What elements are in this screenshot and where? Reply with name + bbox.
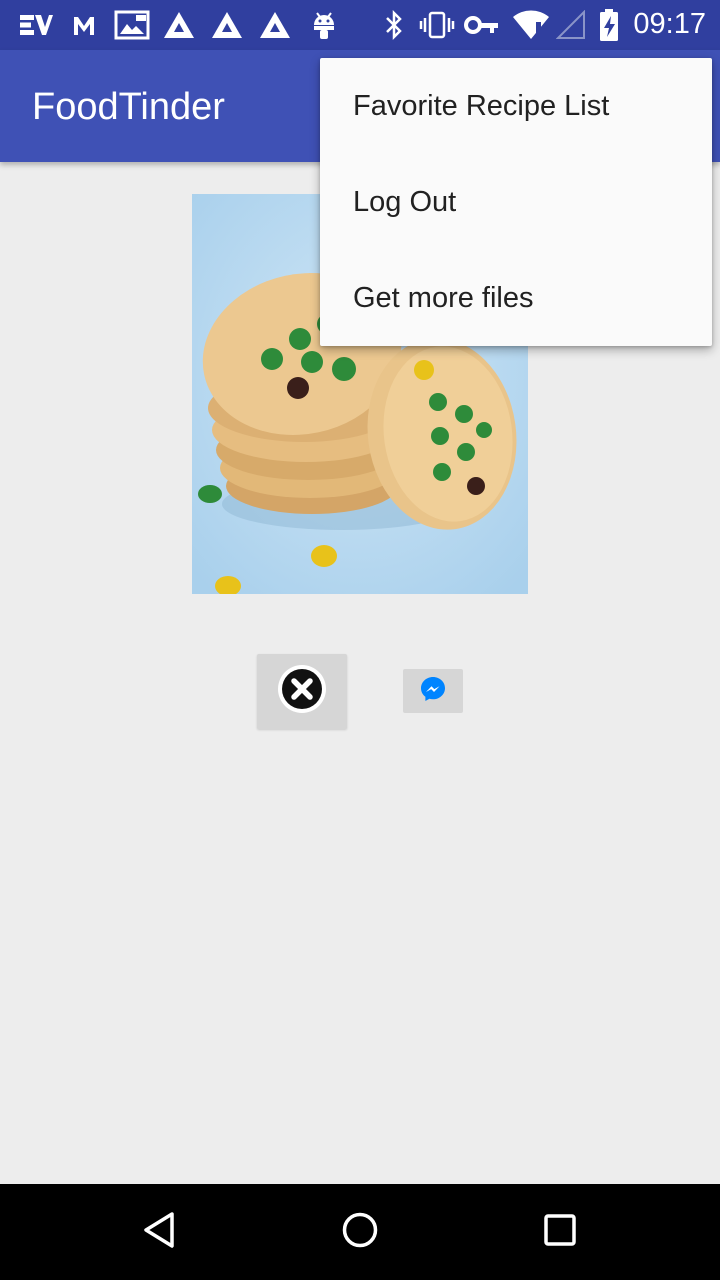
menu-item-favorite-recipe-list[interactable]: Favorite Recipe List	[320, 58, 712, 154]
triangle-app-icon	[258, 9, 292, 41]
menu-item-log-out[interactable]: Log Out	[320, 154, 712, 250]
dislike-button[interactable]	[257, 654, 347, 729]
photo-notification-icon	[114, 9, 150, 41]
vpn-express-icon	[18, 9, 54, 41]
vibrate-icon	[418, 9, 456, 41]
recents-icon	[540, 1210, 580, 1255]
back-icon	[140, 1210, 180, 1255]
navigation-bar	[0, 1184, 720, 1280]
home-button[interactable]	[328, 1200, 392, 1264]
gmail-icon	[72, 9, 96, 41]
overflow-menu: Favorite Recipe List Log Out Get more fi…	[320, 58, 712, 346]
menu-item-label: Log Out	[353, 185, 457, 218]
status-bar: 09:17	[0, 0, 720, 50]
back-button[interactable]	[128, 1200, 192, 1264]
wifi-icon	[512, 9, 550, 41]
menu-item-label: Get more files	[353, 281, 534, 314]
menu-item-label: Favorite Recipe List	[353, 89, 610, 122]
home-icon	[340, 1210, 380, 1255]
triangle-app-icon	[210, 9, 244, 41]
no-signal-icon	[556, 9, 586, 41]
triangle-app-icon	[162, 9, 196, 41]
app-title: FoodTinder	[32, 86, 225, 128]
messenger-icon	[419, 675, 447, 708]
close-circle-icon	[276, 663, 328, 720]
bluetooth-icon	[382, 9, 406, 41]
key-icon	[464, 9, 500, 41]
status-time: 09:17	[633, 8, 706, 40]
messenger-share-button[interactable]	[403, 669, 463, 713]
android-icon	[310, 9, 338, 41]
menu-item-get-more-files[interactable]: Get more files	[320, 250, 712, 346]
battery-charging-icon	[598, 9, 620, 41]
recents-button[interactable]	[528, 1200, 592, 1264]
